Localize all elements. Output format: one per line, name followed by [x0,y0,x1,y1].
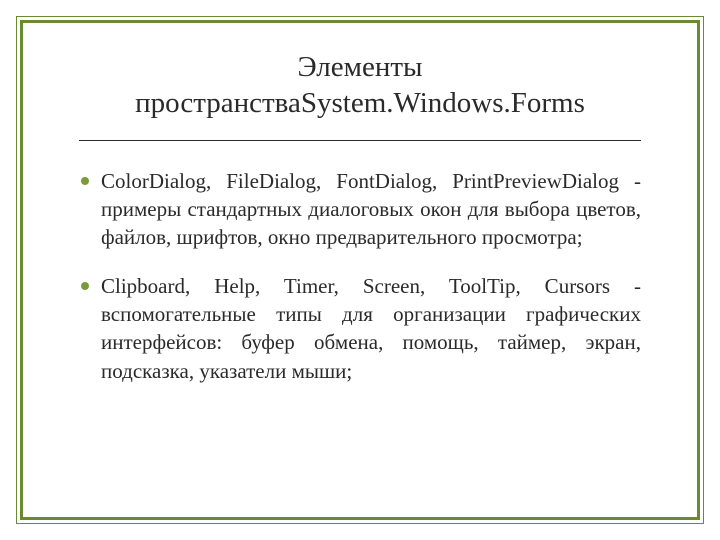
list-item: Clipboard, Help, Timer, Screen, ToolTip,… [79,272,641,385]
slide: Элементы пространстваSystem.Windows.Form… [0,0,720,540]
outer-border: Элементы пространстваSystem.Windows.Form… [16,16,704,524]
list-item: ColorDialog, FileDialog, FontDialog, Pri… [79,167,641,252]
title-divider [79,140,641,141]
inner-border: Элементы пространстваSystem.Windows.Form… [20,20,700,520]
bullet-list: ColorDialog, FileDialog, FontDialog, Pri… [79,167,641,385]
slide-title: Элементы пространстваSystem.Windows.Form… [79,49,641,122]
